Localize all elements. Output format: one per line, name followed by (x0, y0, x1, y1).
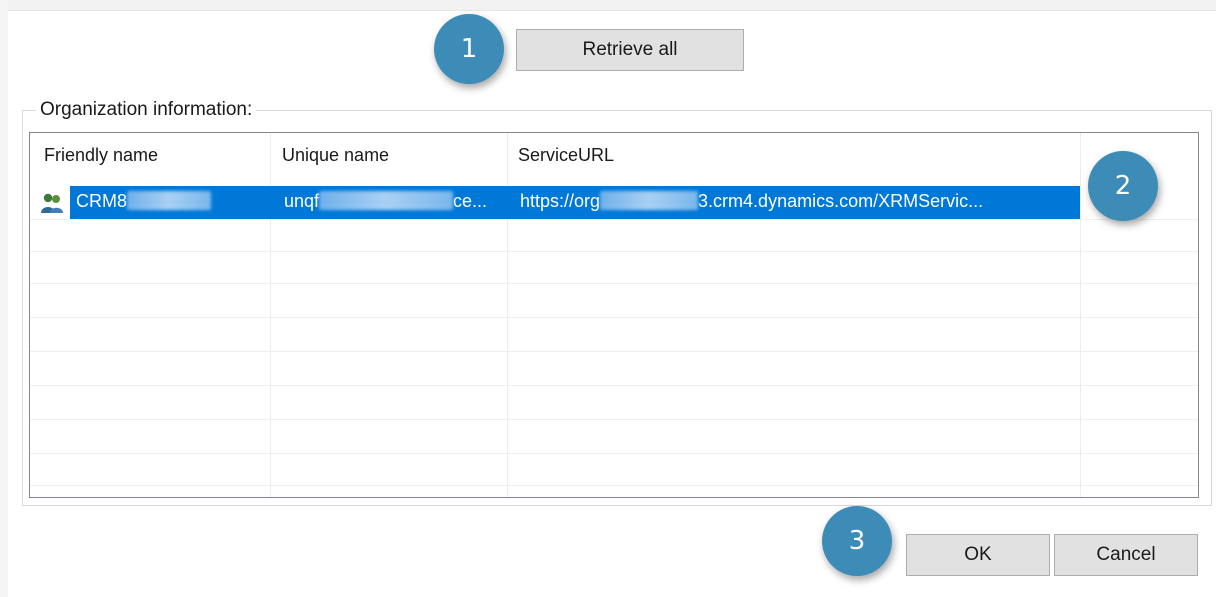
service-url-end-text: 3.crm4.dynamics.com/XRMServic... (698, 191, 984, 211)
row-divider (30, 351, 1198, 352)
row-divider (30, 317, 1198, 318)
row-divider (30, 219, 1198, 220)
row-divider (30, 283, 1198, 284)
column-header-service-url[interactable]: ServiceURL (518, 145, 614, 166)
step-badge-2: 2 (1088, 151, 1158, 221)
organization-icon (41, 193, 63, 213)
step-badge-1: 1 (434, 14, 504, 84)
organization-list[interactable]: Friendly name Unique name ServiceURL CRM… (29, 132, 1199, 498)
step-badge-3: 3 (822, 506, 892, 576)
redacted-text (600, 191, 699, 210)
row-divider (30, 419, 1198, 420)
column-header-unique-name[interactable]: Unique name (282, 145, 389, 166)
unique-name-start-text: unqf (284, 191, 320, 211)
redacted-text (127, 191, 212, 210)
organization-groupbox-title: Organization information: (36, 99, 257, 121)
unique-name-end-text: ce... (453, 191, 488, 211)
ok-button[interactable]: OK (906, 534, 1050, 576)
row-divider (30, 453, 1198, 454)
retrieve-all-button[interactable]: Retrieve all (516, 29, 744, 71)
window-left-edge (0, 0, 8, 597)
column-header-friendly-name[interactable]: Friendly name (44, 145, 158, 166)
friendly-name-text: CRM8 (76, 191, 128, 211)
redacted-text (319, 191, 454, 210)
cell-friendly-name: CRM8 (76, 191, 212, 212)
row-divider (30, 385, 1198, 386)
service-url-start-text: https://org (520, 191, 601, 211)
row-divider (30, 485, 1198, 486)
cell-unique-name: unqf ce... (284, 191, 487, 212)
cancel-button[interactable]: Cancel (1054, 534, 1198, 576)
cell-service-url: https://org 3.crm4.dynamics.com/XRMServic… (520, 191, 983, 212)
row-divider (30, 251, 1198, 252)
window-top-edge (0, 0, 1216, 11)
column-divider (1080, 133, 1081, 497)
